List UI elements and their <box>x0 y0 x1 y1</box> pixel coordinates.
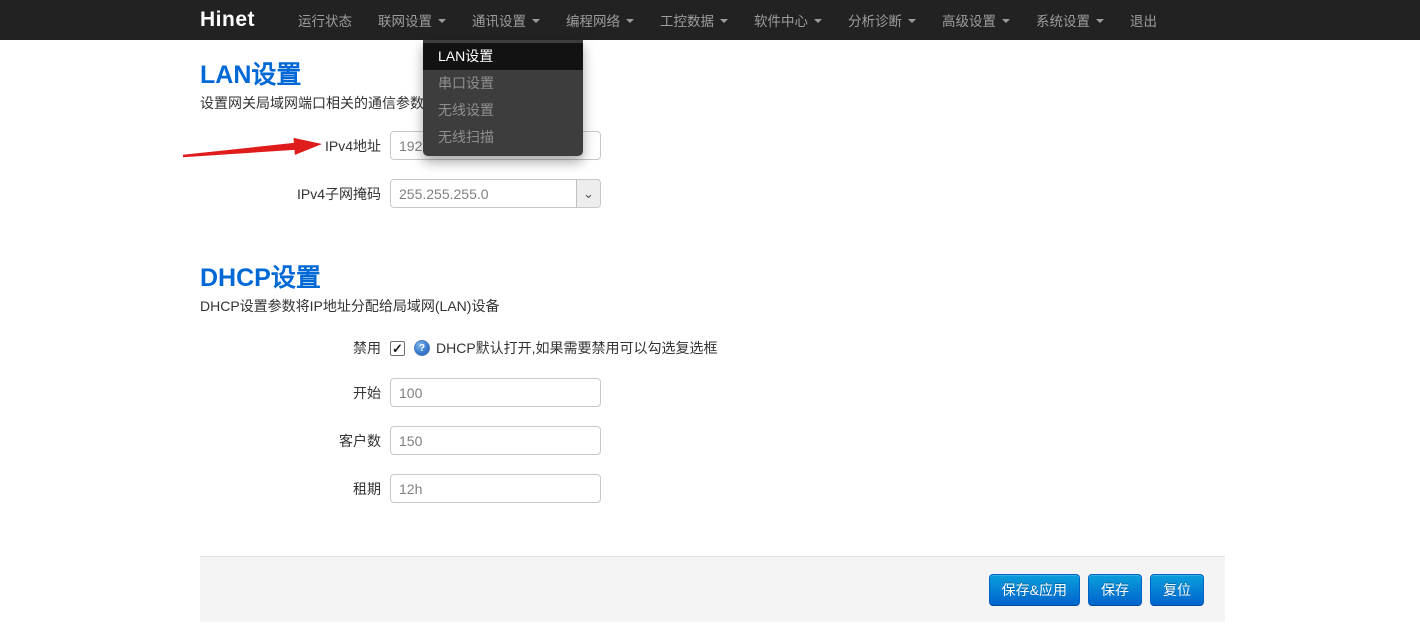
dhcp-limit-input[interactable] <box>390 426 601 455</box>
nav-item-software-center[interactable]: 软件中心 <box>741 0 835 40</box>
nav-item-logout[interactable]: 退出 <box>1117 0 1170 40</box>
lan-section-subtitle: 设置网关局域网端口相关的通信参数 <box>200 95 1225 111</box>
dhcp-lease-label: 租期 <box>200 479 390 499</box>
top-navbar: Hinet 运行状态 联网设置 通讯设置 编程网络 工控数据 软件中心 分析诊断… <box>0 0 1420 40</box>
caret-icon <box>532 19 540 23</box>
dropdown-item-wireless-scan[interactable]: 无线扫描 <box>423 124 583 151</box>
ipv4-netmask-row: IPv4子网掩码 255.255.255.0 ⌄ <box>200 179 1225 208</box>
dhcp-section: DHCP设置 DHCP设置参数将IP地址分配给局域网(LAN)设备 禁用 ✓ ?… <box>200 264 1225 503</box>
dropdown-item-wireless-settings[interactable]: 无线设置 <box>423 97 583 124</box>
dhcp-limit-row: 客户数 <box>200 426 1225 455</box>
save-apply-button[interactable]: 保存&应用 <box>989 574 1080 606</box>
dhcp-disable-hint: DHCP默认打开,如果需要禁用可以勾选复选框 <box>436 338 718 358</box>
dhcp-lease-row: 租期 <box>200 474 1225 503</box>
dhcp-disable-label: 禁用 <box>200 338 390 358</box>
ipv4-netmask-label: IPv4子网掩码 <box>200 184 390 204</box>
ipv4-netmask-selected-value: 255.255.255.0 <box>399 186 489 202</box>
caret-icon <box>438 19 446 23</box>
dhcp-disable-row: 禁用 ✓ ? DHCP默认打开,如果需要禁用可以勾选复选框 <box>200 339 1225 357</box>
comm-settings-dropdown: LAN设置 串口设置 无线设置 无线扫描 <box>423 40 583 156</box>
ipv4-netmask-select[interactable]: 255.255.255.0 ⌄ <box>390 179 601 208</box>
caret-icon <box>1096 19 1104 23</box>
help-icon[interactable]: ? <box>414 340 430 356</box>
reset-button[interactable]: 复位 <box>1150 574 1204 606</box>
dhcp-lease-input[interactable] <box>390 474 601 503</box>
red-annotation-arrow <box>180 128 350 164</box>
dhcp-start-label: 开始 <box>200 383 390 403</box>
dhcp-start-row: 开始 <box>200 378 1225 407</box>
dhcp-limit-label: 客户数 <box>200 431 390 451</box>
nav-item-industrial-data[interactable]: 工控数据 <box>647 0 741 40</box>
nav-item-network-settings[interactable]: 联网设置 <box>365 0 459 40</box>
save-button[interactable]: 保存 <box>1088 574 1142 606</box>
dhcp-disable-checkbox[interactable]: ✓ <box>390 341 405 356</box>
caret-icon <box>908 19 916 23</box>
page-actions-bar: 保存&应用 保存 复位 <box>200 556 1225 622</box>
dhcp-section-title: DHCP设置 <box>200 264 1225 292</box>
nav-menu: 运行状态 联网设置 通讯设置 编程网络 工控数据 软件中心 分析诊断 高级设置 … <box>285 0 1170 40</box>
nav-item-system-settings[interactable]: 系统设置 <box>1023 0 1117 40</box>
nav-item-programming-network[interactable]: 编程网络 <box>553 0 647 40</box>
lan-section-title: LAN设置 <box>200 40 1225 89</box>
dhcp-start-input[interactable] <box>390 378 601 407</box>
check-icon: ✓ <box>392 342 403 355</box>
caret-icon <box>720 19 728 23</box>
nav-item-run-status[interactable]: 运行状态 <box>285 0 365 40</box>
ipv4-address-row: IPv4地址 <box>200 131 1225 160</box>
lan-section: LAN设置 设置网关局域网端口相关的通信参数 IPv4地址 IPv4子网掩码 2… <box>200 40 1225 208</box>
nav-item-advanced-settings[interactable]: 高级设置 <box>929 0 1023 40</box>
caret-icon <box>1002 19 1010 23</box>
nav-item-analysis-diagnosis[interactable]: 分析诊断 <box>835 0 929 40</box>
dropdown-item-lan-settings[interactable]: LAN设置 <box>423 43 583 70</box>
nav-item-comm-settings[interactable]: 通讯设置 <box>459 0 553 40</box>
brand-logo[interactable]: Hinet <box>200 8 255 32</box>
dropdown-item-serial-settings[interactable]: 串口设置 <box>423 70 583 97</box>
caret-icon <box>814 19 822 23</box>
caret-icon <box>626 19 634 23</box>
main-content: LAN设置 设置网关局域网端口相关的通信参数 IPv4地址 IPv4子网掩码 2… <box>200 40 1225 622</box>
chevron-down-icon: ⌄ <box>576 180 600 207</box>
dhcp-section-subtitle: DHCP设置参数将IP地址分配给局域网(LAN)设备 <box>200 298 1225 314</box>
